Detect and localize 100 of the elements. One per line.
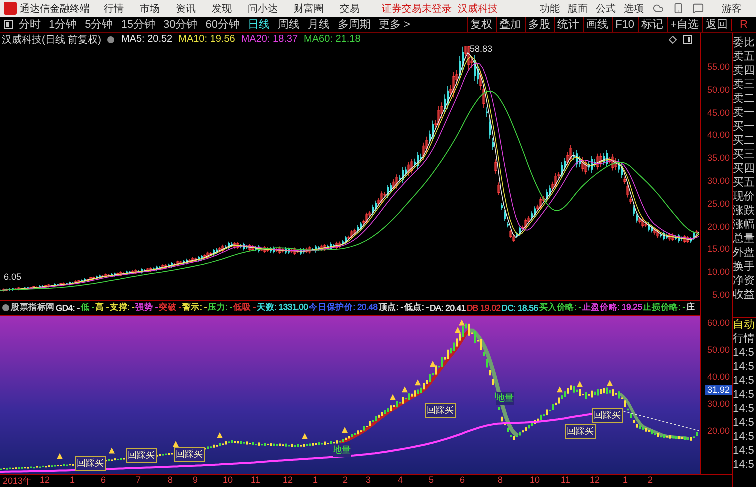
indicator-value: 低吸 - [234,302,256,314]
period-tab[interactable]: 5分钟 [85,17,114,32]
time-label: 14:5 [733,444,756,458]
login-status: 证券交易未登录 [382,2,452,16]
indicator-value: 强势 - [136,302,158,314]
axis-label: 45.00 [707,108,730,118]
quote-label: 外盘 [733,246,756,260]
axis-label: 60.00 [707,318,730,328]
menu-item[interactable]: 财富圈 [294,2,324,16]
axis-label: 2013年 [3,475,32,487]
axis-label: 40.00 [707,372,730,382]
signal-marker-icon [402,386,408,393]
current-value-label: 31.92 [705,385,732,395]
app-title: 通达信金融终端 [20,2,90,16]
axis-label: 40.00 [707,130,730,140]
indicator-value: 买入价略: - [539,302,582,314]
menu-item[interactable]: 选项 [624,2,644,16]
axis-label: 1 [70,475,76,486]
period-tab[interactable]: 多周期 [338,17,371,32]
time-label: 14:5 [733,402,756,416]
quote-label: 买五 [733,176,756,190]
menu-item[interactable]: 版面 [568,2,588,16]
buy-signal-label: 回踩买 [565,424,596,439]
app-logo [4,2,17,15]
period-tab[interactable]: 15分钟 [121,17,156,32]
indicator-value: 压力: - [208,302,233,314]
axis-label: 50.00 [707,345,730,355]
time-label: 14:5 [733,416,756,430]
quote-label: 买一 [733,120,756,134]
menu-item[interactable]: 问小达 [248,2,278,16]
axis-label: 20.00 [707,426,730,436]
axis-label: 10 [530,475,540,486]
signal-marker-icon [577,381,583,388]
axis-label: 10 [223,475,234,486]
axis-label: 55.00 [707,62,730,72]
quote-label: 现价 [733,190,756,204]
buy-signal-label: 回踩买 [75,456,106,471]
side-label[interactable]: 行情 [733,332,756,346]
period-tab[interactable]: 更多 > [379,17,410,32]
axis-label: 5.00 [712,290,730,300]
user-label[interactable]: 游客 [722,2,742,16]
axis-label: 10.00 [707,267,730,278]
menu-item[interactable]: 交易 [340,2,360,16]
diamond-icon[interactable] [669,36,677,44]
menu-item[interactable]: 资讯 [176,2,196,16]
signal-marker-icon [607,380,613,386]
period-tab[interactable]: 30分钟 [164,17,198,32]
menu-item[interactable]: 功能 [540,2,560,16]
indicator-value: DB 19.02 [466,303,501,313]
menu-item[interactable]: 发现 [212,2,232,16]
signal-marker-icon [415,380,421,386]
period-tab[interactable]: 月线 [308,17,330,32]
indicator-value: 低 - [80,302,94,314]
menu-item[interactable]: 公式 [596,2,616,16]
time-label: 14:5 [733,430,756,444]
axis-label: 11 [251,475,260,486]
quote-label: 涨跌 [733,204,756,218]
indicator-value: 止盈价略: 19.25 [582,302,642,314]
axis-label: 4 [398,475,404,486]
axis-label: 30.00 [707,176,730,186]
toolbar-button[interactable]: +自选 [666,17,702,32]
quote-label: 买二 [733,134,756,148]
ma-value: MA10: 19.56 [178,34,236,45]
indicator-value: 止损价略: - [643,302,686,314]
message-icon[interactable] [693,3,704,14]
side-label[interactable]: 自动 [733,318,756,332]
signal-marker-icon [109,448,115,454]
quote-label: 收益 [733,288,756,302]
axis-label: 12 [590,475,600,486]
signal-marker-icon [342,427,348,434]
axis-label: 30.00 [707,399,730,409]
phone-icon[interactable] [673,3,684,14]
axis-label: 2 [648,475,654,486]
axis-label: 15.00 [707,244,730,254]
signal-marker-icon [390,394,396,400]
period-tab[interactable]: 日线 [248,17,270,32]
indicator-value: DA: 20.41 [430,303,466,313]
period-tab[interactable]: 60分钟 [206,17,240,32]
axis-label: 25.00 [707,198,730,209]
axis-label: 35.00 [707,153,730,164]
cloud-icon[interactable] [653,3,664,14]
indicator-value: 庄 [686,302,696,314]
panel-icon[interactable] [683,35,692,44]
signal-marker-icon [57,453,63,460]
quote-label: 卖四 [733,64,756,78]
axis-label: 8 [168,475,174,486]
menu-item[interactable]: 行情 [104,2,124,16]
axis-label: 8 [498,475,504,486]
axis-label: 7 [136,475,142,486]
quote-label: 卖五 [733,50,756,64]
panel-icon[interactable] [4,20,13,29]
signal-marker-icon [430,360,436,367]
trend-band [619,392,690,440]
stock-name: 汉威科技 [458,2,498,16]
menu-item[interactable]: 市场 [140,2,160,16]
volume-signal-label: 地量 [496,392,514,405]
period-tab[interactable]: 周线 [278,17,300,32]
quote-label: 买四 [733,162,756,176]
period-tab[interactable]: 1分钟 [49,17,78,32]
period-tab[interactable]: 分时 [19,17,41,32]
